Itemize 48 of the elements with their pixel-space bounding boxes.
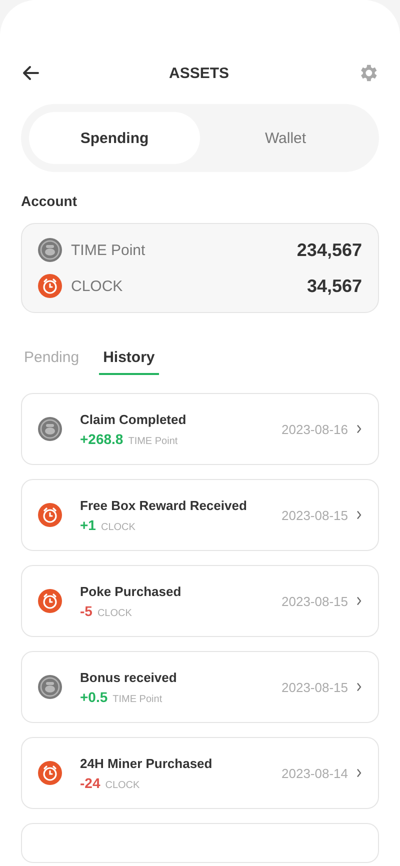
transaction-title: Bonus received — [80, 670, 178, 684]
currency-unit: TIME Point — [128, 436, 178, 446]
currency-name: CLOCK — [71, 278, 124, 294]
transaction-title: Free Box Reward Received — [80, 498, 248, 512]
alarm-clock-icon — [38, 274, 62, 298]
alarm-clock-icon — [38, 503, 62, 527]
coin-icon — [38, 417, 62, 441]
transaction-card[interactable]: Free Box Reward Received +1 CLOCK 2023-08-15 — [21, 479, 379, 551]
currency-unit: CLOCK — [105, 780, 140, 790]
chevron-icon — [356, 424, 362, 434]
transaction-title: Claim Completed — [80, 412, 188, 426]
transaction-amount: +1 — [80, 516, 96, 532]
transaction-date: 2023-08-16 — [282, 422, 348, 436]
transaction-card[interactable]: 24H Miner Purchased -24 CLOCK 2023-08-14 — [21, 737, 379, 809]
transaction-amount: -24 — [80, 774, 100, 790]
transaction-amount: -5 — [80, 602, 92, 618]
transaction-title: 24H Miner Purchased — [80, 756, 214, 770]
currency-name: TIME Point — [71, 242, 146, 258]
tab[interactable]: Spending — [29, 112, 200, 164]
transaction-amount: +268.8 — [80, 430, 124, 446]
balance-amount: 34,567 — [306, 276, 362, 296]
page-title: ASSETS — [168, 64, 229, 82]
transaction-card[interactable]: Bonus received +0.5 TIME Point 2023-08-15 — [21, 651, 379, 723]
tab[interactable]: History — [99, 345, 159, 375]
back-icon[interactable] — [21, 63, 41, 83]
currency-unit: CLOCK — [100, 522, 136, 532]
transaction-date: 2023-08-15 — [282, 508, 348, 522]
coin-icon — [38, 675, 62, 699]
alarm-clock-icon — [38, 761, 62, 785]
chevron-icon — [356, 596, 362, 606]
alarm-clock-icon — [38, 589, 62, 613]
transaction-card[interactable]: Claim Completed +268.8 TIME Point 2023-08-16 — [21, 393, 379, 465]
balance-amount: 234,567 — [296, 240, 362, 260]
currency-unit: CLOCK — [97, 608, 132, 618]
chevron-icon — [356, 682, 362, 692]
transaction-title: Poke Purchased — [80, 584, 182, 598]
transaction-amount: +0.5 — [80, 688, 108, 704]
transaction-date: 2023-08-15 — [282, 680, 348, 694]
transaction-card[interactable] — [21, 823, 379, 863]
section-title: Account — [21, 193, 78, 209]
transaction-card[interactable]: Poke Purchased -5 CLOCK 2023-08-15 — [21, 565, 379, 637]
chevron-icon — [356, 510, 362, 520]
tab[interactable]: Wallet — [200, 112, 371, 164]
coin-icon — [38, 238, 62, 262]
transaction-date: 2023-08-15 — [282, 594, 348, 608]
transaction-date: 2023-08-14 — [282, 766, 348, 780]
currency-unit: TIME Point — [112, 694, 162, 704]
chevron-icon — [356, 768, 362, 778]
